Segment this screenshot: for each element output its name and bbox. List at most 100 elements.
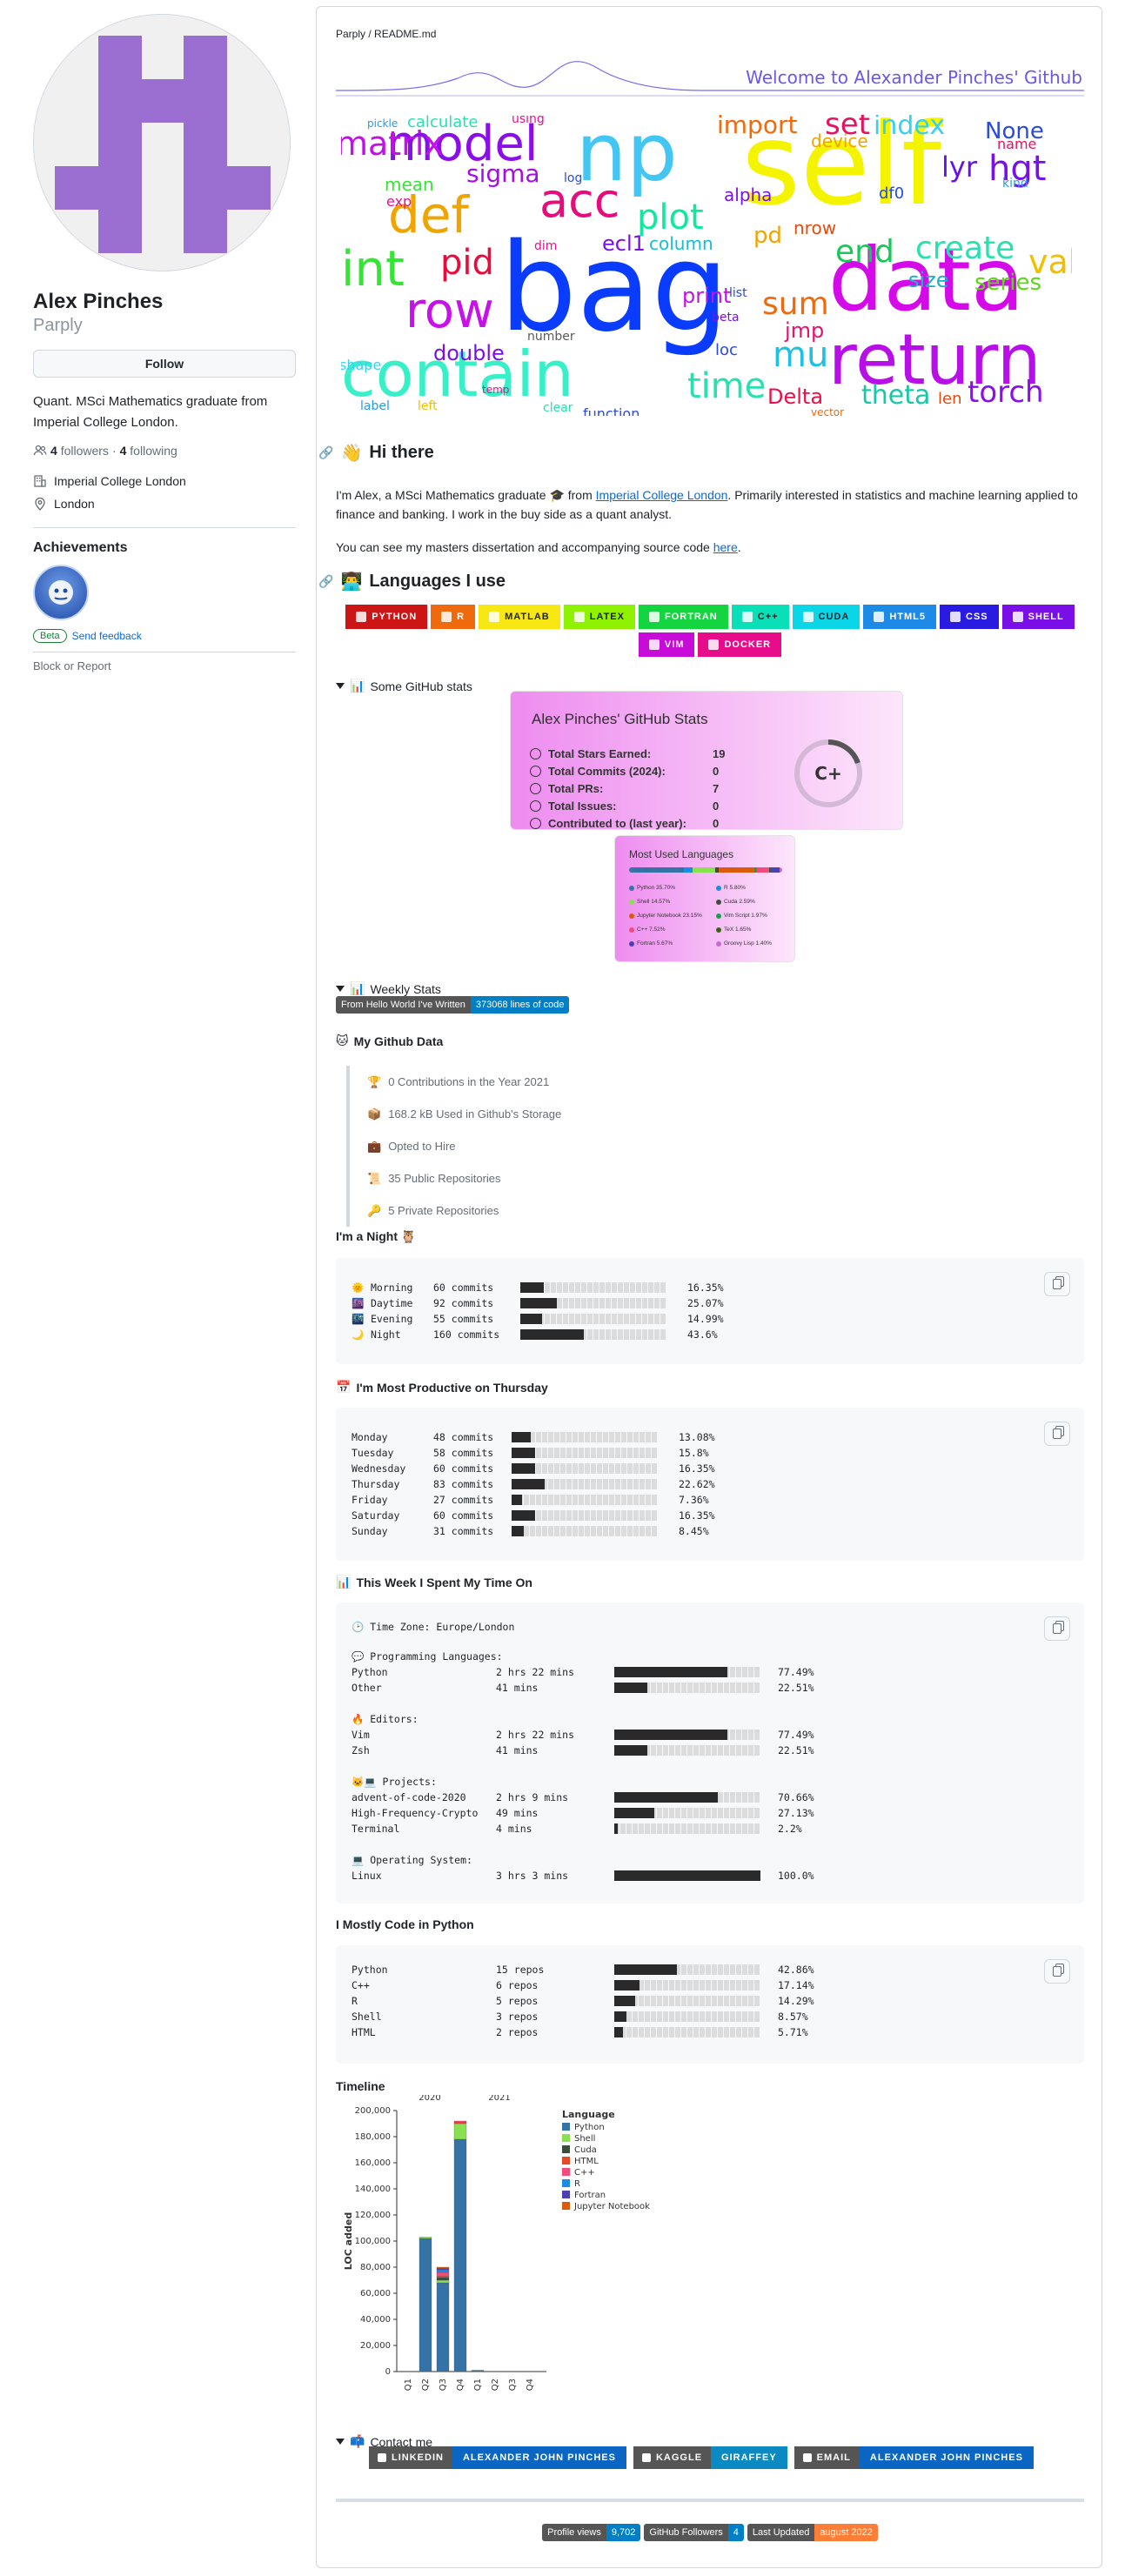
activity-name: Linux	[352, 1870, 382, 1882]
commit-progress-bar	[512, 1432, 658, 1442]
commit-progress-bar	[512, 1448, 658, 1458]
language-badge: HTML5	[863, 605, 936, 629]
wordcloud-word: dim	[534, 239, 558, 253]
weekly-stats-summary[interactable]: 📊 Weekly Stats	[336, 981, 441, 996]
contact-badge[interactable]: EMAIL ALEXANDER JOHN PINCHES	[794, 2446, 1034, 2469]
caret-down-icon	[336, 683, 345, 689]
block-report-link[interactable]: Block or Report	[33, 659, 296, 672]
status-emoji[interactable]: 🎯	[265, 222, 290, 251]
languages-heading: 🔗 👨‍💻 Languages I use	[318, 572, 506, 592]
commit-count: 27 commits	[433, 1494, 494, 1506]
wordcloud-word: pickle	[367, 117, 398, 130]
wordcloud-word: create	[915, 231, 1015, 266]
rank-label: C+	[814, 763, 841, 784]
legend-label: HTML	[574, 2157, 599, 2166]
followers-link[interactable]: 4 followers	[50, 444, 109, 458]
copy-button[interactable]	[1044, 1272, 1070, 1296]
y-tick-label: 0	[385, 2367, 391, 2377]
follow-button[interactable]: Follow	[33, 350, 296, 378]
timezone-text: 🕑 Time Zone: Europe/London	[352, 1621, 515, 1633]
wordcloud-word: plot	[637, 197, 704, 238]
activity-time: 3 hrs 3 mins	[496, 1870, 569, 1882]
send-feedback-link[interactable]: Send feedback	[72, 630, 142, 642]
contact-logo-icon	[802, 2453, 812, 2462]
time-of-day-name: Evening	[371, 1313, 413, 1325]
commit-count: 55 commits	[433, 1313, 494, 1325]
imperial-link[interactable]: Imperial College London	[596, 488, 728, 502]
dissertation-link[interactable]: here	[713, 540, 738, 554]
wave-icon: 👋	[340, 444, 363, 463]
language-badge: CSS	[940, 605, 999, 629]
week-group-title: 💻 Operating System:	[352, 1854, 472, 1866]
wordcloud-word: list	[729, 286, 747, 300]
contact-badge[interactable]: KAGGLE GIRAFFEY	[633, 2446, 787, 2469]
activity-time: 4 mins	[496, 1823, 532, 1835]
time-of-day-icon: 🌃	[352, 1313, 365, 1325]
chart-icon: 📊	[350, 981, 365, 995]
wordcloud-word: lyr	[941, 151, 977, 184]
repo-percent: 8.57%	[778, 2011, 808, 2023]
wordcloud-word: nrow	[794, 217, 837, 238]
language-badge-label: CSS	[966, 612, 988, 622]
bar-segment	[453, 2123, 467, 2140]
progress-bar-fill	[512, 1526, 525, 1536]
activity-time: 2 hrs 22 mins	[496, 1729, 575, 1741]
stat-label: Contributed to (last year):	[548, 817, 686, 830]
lang-label: Vim Script 1.97%	[724, 913, 767, 919]
contact-badge[interactable]: LINKEDIN ALEXANDER JOHN PINCHES	[369, 2446, 626, 2469]
legend-label: Jupyter Notebook	[573, 2202, 650, 2211]
week-group-title: 🔥 Editors:	[352, 1713, 419, 1725]
bar-segment	[453, 2120, 467, 2123]
stat-icon	[530, 800, 541, 812]
wordcloud-word: sum	[762, 286, 829, 322]
copy-button[interactable]	[1044, 1616, 1070, 1641]
timeline-title: Timeline	[336, 2079, 385, 2093]
progress-bar-fill	[614, 1870, 760, 1881]
progress-bar-fill	[512, 1432, 531, 1442]
year-label: 2021	[488, 2095, 510, 2103]
activity-progress-bar	[614, 1730, 760, 1740]
profile-details: Imperial College London London	[33, 470, 296, 515]
language-badge-label: MATLAB	[505, 612, 550, 622]
copy-icon	[1053, 1623, 1061, 1634]
stat-icon	[530, 748, 541, 759]
language-badge-label: DOCKER	[724, 639, 772, 650]
progress-bar-fill	[520, 1282, 545, 1293]
wordcloud-word: device	[811, 130, 868, 151]
lang-label: TeX 1.65%	[724, 927, 752, 933]
copy-button[interactable]	[1044, 1422, 1070, 1446]
language-badge: C++	[731, 605, 789, 629]
github-stats-summary[interactable]: 📊 Some GitHub stats	[336, 679, 472, 693]
lang-item: Cuda 2.59%	[716, 899, 755, 905]
legend-swatch	[562, 2179, 570, 2187]
mydata-item: 📦 168.2 kB Used in Github's Storage	[367, 1098, 561, 1130]
avatar[interactable]: 🎯	[33, 14, 291, 271]
wordcloud-word: jmp	[785, 318, 825, 343]
weekday-name: Monday	[352, 1431, 388, 1443]
repo-percent: 14.29%	[778, 1995, 814, 2007]
progress-bar-fill	[614, 1667, 728, 1677]
wordcloud-word: mu	[773, 335, 829, 375]
contact-logo-icon	[641, 2453, 651, 2462]
activity-name: Other	[352, 1682, 382, 1694]
lines-of-code-badge: From Hello World I've Written 373068 lin…	[336, 996, 570, 1014]
language-name: Python	[352, 1964, 388, 1976]
link-icon[interactable]: 🔗	[318, 574, 333, 589]
repo-link[interactable]: Parply	[336, 28, 365, 40]
beta-badge: Beta	[33, 629, 67, 643]
profile-bio: Quant. MSci Mathematics graduate from Im…	[33, 394, 268, 430]
link-icon[interactable]: 🔗	[318, 445, 333, 460]
profile-name: Alex Pinches	[33, 290, 164, 313]
following-link[interactable]: 4 following	[120, 444, 177, 458]
wordcloud-word: import	[717, 115, 798, 139]
week-code-block: 🕑 Time Zone: Europe/London 💬 Programming …	[336, 1602, 1084, 1904]
wordcloud-word: int	[341, 241, 405, 298]
copy-button[interactable]	[1044, 1959, 1070, 1984]
repo-progress-bar	[614, 2027, 760, 2037]
lang-dot	[629, 940, 634, 947]
achievement-badge-icon[interactable]	[33, 565, 89, 620]
bar-segment	[436, 2279, 450, 2284]
lang-bar-segment	[683, 867, 693, 873]
activity-progress-bar	[614, 1808, 760, 1818]
progress-bar-fill	[614, 1683, 647, 1693]
